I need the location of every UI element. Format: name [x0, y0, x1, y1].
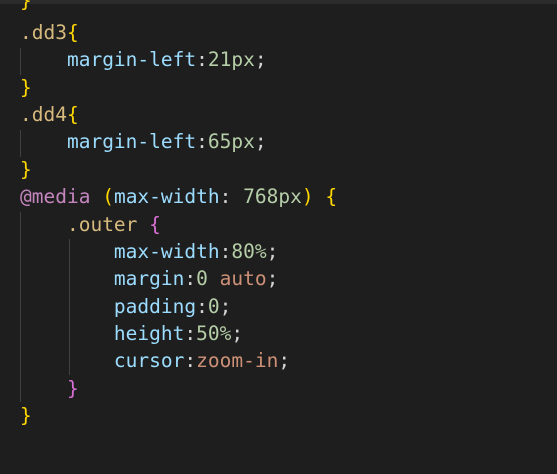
- semicolon: ;: [266, 240, 279, 263]
- open-brace: {: [325, 185, 338, 208]
- code-line[interactable]: height:50%;: [20, 320, 243, 347]
- open-brace: {: [66, 21, 79, 44]
- colon: :: [184, 322, 197, 345]
- semicolon: ;: [231, 322, 244, 345]
- css-value: auto: [219, 267, 267, 290]
- close-brace: }: [20, 404, 32, 427]
- semicolon: ;: [266, 267, 279, 290]
- close-brace: }: [66, 377, 79, 400]
- code-line[interactable]: }: [20, 402, 32, 429]
- code-line[interactable]: margin-left:21px;: [20, 46, 267, 73]
- semicolon: ;: [254, 48, 267, 71]
- open-paren: (: [102, 185, 114, 208]
- code-line[interactable]: }: [20, 375, 79, 402]
- open-brace: {: [149, 213, 161, 236]
- code-line[interactable]: padding:0;: [20, 293, 231, 320]
- css-property: max-width: [113, 185, 220, 208]
- close-paren: ): [301, 185, 314, 208]
- css-number: 768px: [243, 185, 302, 208]
- css-property: height: [113, 322, 185, 345]
- colon: :: [219, 240, 232, 263]
- css-property: margin: [113, 267, 185, 290]
- css-selector: .dd3: [20, 21, 67, 44]
- css-selector: .dd4: [20, 103, 67, 126]
- css-value: zoom-in: [196, 349, 279, 372]
- css-selector: .outer: [66, 213, 138, 236]
- code-line[interactable]: margin:0 auto;: [20, 265, 278, 292]
- css-number: 50%: [196, 322, 232, 345]
- code-editor[interactable]: } .dd3{ margin-left:21px; } .dd4{ margin…: [0, 0, 557, 474]
- code-line[interactable]: max-width:80%;: [20, 238, 278, 265]
- css-number: 65px: [207, 130, 255, 153]
- css-property: cursor: [113, 349, 185, 372]
- close-brace: }: [20, 0, 32, 12]
- colon: :: [184, 349, 197, 372]
- code-line[interactable]: @media (max-width: 768px) {: [20, 183, 337, 210]
- semicolon: ;: [219, 295, 232, 318]
- css-number: 0: [196, 267, 208, 290]
- code-line[interactable]: }: [20, 0, 32, 14]
- code-line[interactable]: cursor:zoom-in;: [20, 347, 290, 374]
- css-property: margin-left: [66, 130, 197, 153]
- colon: :: [196, 295, 208, 318]
- css-number: 21px: [207, 48, 255, 71]
- colon: :: [219, 185, 232, 208]
- semicolon: ;: [254, 130, 267, 153]
- code-line[interactable]: margin-left:65px;: [20, 128, 267, 155]
- close-brace: }: [20, 76, 32, 99]
- editor-top-border: [0, 0, 557, 4]
- code-line[interactable]: }: [20, 74, 32, 101]
- colon: :: [184, 267, 197, 290]
- semicolon: ;: [278, 349, 291, 372]
- code-line[interactable]: .outer {: [20, 211, 161, 238]
- code-line[interactable]: .dd3{: [20, 19, 79, 46]
- css-property: margin-left: [66, 48, 197, 71]
- colon: :: [196, 130, 208, 153]
- css-number: 0: [207, 295, 220, 318]
- css-property: padding: [113, 295, 197, 318]
- open-brace: {: [66, 103, 79, 126]
- at-rule: @media: [20, 185, 91, 208]
- code-line[interactable]: .dd4{: [20, 101, 79, 128]
- css-property: max-width: [113, 240, 220, 263]
- close-brace: }: [20, 158, 32, 181]
- css-number: 80%: [231, 240, 267, 263]
- code-line[interactable]: }: [20, 156, 32, 183]
- colon: :: [196, 48, 208, 71]
